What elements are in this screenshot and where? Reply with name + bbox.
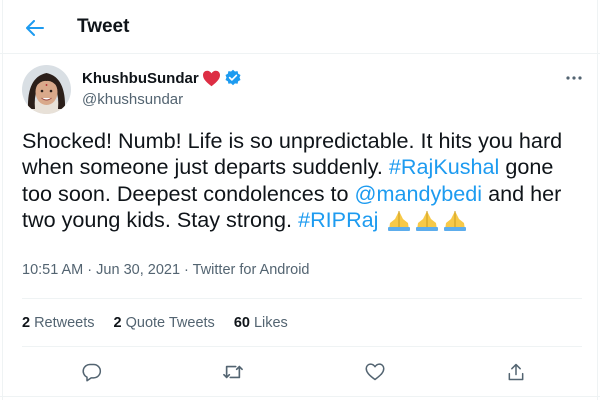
author-name-row[interactable]: KhushbuSundar bbox=[82, 69, 242, 87]
quote-tweets-count: 2 bbox=[113, 315, 122, 331]
avatar[interactable] bbox=[22, 65, 71, 114]
share-button[interactable] bbox=[502, 358, 530, 386]
likes-count: 60 bbox=[233, 315, 250, 331]
folded-hands-icon bbox=[416, 211, 439, 232]
more-dots-icon bbox=[566, 76, 582, 80]
author-display-name[interactable]: KhushbuSundar bbox=[82, 70, 199, 87]
tweet-date[interactable]: Jun 30, 2021 bbox=[96, 262, 180, 278]
reply-icon bbox=[82, 363, 102, 382]
back-button[interactable] bbox=[18, 13, 52, 43]
red-heart-icon bbox=[202, 70, 220, 86]
tweet-text: Shocked! Numb! Life is so unpredictable.… bbox=[22, 128, 587, 234]
likes-label: Likes bbox=[253, 315, 288, 331]
folded-hands-icon bbox=[388, 211, 411, 232]
retweet-button[interactable] bbox=[219, 358, 247, 386]
quote-tweets-stat[interactable]: 2 Quote Tweets bbox=[114, 315, 215, 331]
header: Tweet bbox=[0, 0, 600, 54]
share-icon bbox=[508, 363, 524, 381]
tweet-stats: 2 Retweets 2 Quote Tweets 60 Likes bbox=[22, 315, 307, 331]
left-border bbox=[2, 0, 3, 400]
avatar-image bbox=[22, 65, 71, 114]
divider bbox=[22, 298, 582, 299]
hashtag-rajkushal[interactable]: #RajKushal bbox=[389, 154, 499, 179]
arrow-left-icon bbox=[26, 20, 44, 36]
retweets-count: 2 bbox=[22, 315, 31, 331]
divider bbox=[22, 346, 582, 347]
author-handle[interactable]: @khushsundar bbox=[82, 91, 183, 108]
meta-separator: · bbox=[180, 262, 193, 278]
like-button[interactable] bbox=[361, 358, 389, 386]
page-title: Tweet bbox=[77, 16, 130, 37]
retweets-label: Retweets bbox=[34, 315, 95, 331]
mention-mandybedi[interactable]: @mandybedi bbox=[355, 181, 483, 206]
tweet-source[interactable]: Twitter for Android bbox=[193, 262, 310, 278]
retweets-stat[interactable]: 2 Retweets bbox=[22, 315, 95, 331]
tweet-actions bbox=[0, 358, 600, 386]
likes-stat[interactable]: 60 Likes bbox=[234, 315, 288, 331]
more-options-button[interactable] bbox=[561, 70, 587, 86]
verified-badge-icon bbox=[225, 69, 241, 86]
tweet-time[interactable]: 10:51 AM bbox=[22, 262, 83, 278]
like-icon bbox=[365, 363, 385, 381]
tweet-meta: 10:51 AM · Jun 30, 2021 · Twitter for An… bbox=[22, 262, 310, 278]
folded-hands-icon bbox=[444, 211, 467, 232]
reply-button[interactable] bbox=[78, 358, 106, 386]
retweet-icon bbox=[223, 365, 243, 379]
hashtag-ripraj[interactable]: #RIPRaj bbox=[298, 207, 378, 232]
quote-tweets-label: Quote Tweets bbox=[125, 315, 215, 331]
right-border bbox=[597, 0, 598, 400]
meta-separator: · bbox=[83, 262, 97, 278]
bottom-divider bbox=[0, 396, 600, 397]
